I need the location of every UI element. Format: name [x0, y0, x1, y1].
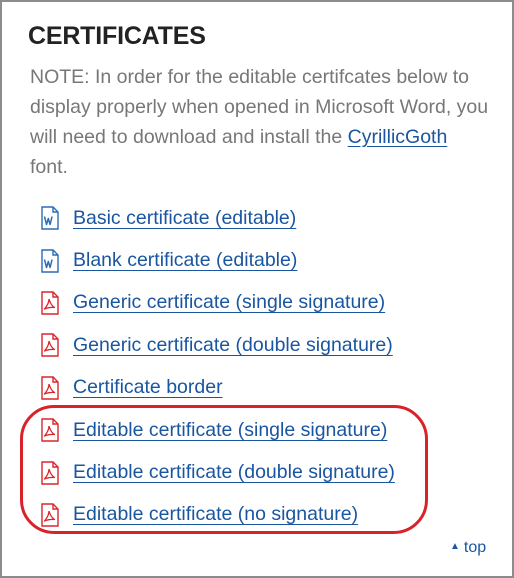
list-item: Editable certificate (no signature) [40, 494, 395, 536]
list-item: Generic certificate (single signature) [40, 282, 395, 324]
note-text-suffix: font. [30, 156, 68, 178]
back-to-top-link[interactable]: ▲ top [450, 539, 486, 557]
pdf-icon [41, 376, 59, 400]
list-item: Certificate border [40, 367, 395, 409]
link-label: Editable certificate (single signature) [73, 418, 388, 441]
list-item: Blank certificate (editable) [40, 239, 395, 281]
list-item: Editable certificate (single signature) [40, 409, 395, 451]
certificate-border-link[interactable]: Certificate border [40, 376, 223, 400]
generic-certificate-single-link[interactable]: Generic certificate (single signature) [40, 291, 385, 315]
word-document-icon [41, 206, 59, 230]
pdf-icon [41, 460, 59, 485]
link-label: Certificate border [73, 376, 223, 399]
generic-certificate-double-link[interactable]: Generic certificate (double signature) [40, 333, 393, 358]
list-item: Basic certificate (editable) [40, 197, 395, 239]
link-label: Editable certificate (double signature) [73, 461, 395, 484]
link-label: Basic certificate (editable) [73, 206, 297, 229]
list-item: Generic certificate (double signature) [40, 324, 395, 366]
word-document-icon [41, 248, 59, 273]
editable-certificate-single-link[interactable]: Editable certificate (single signature) [40, 418, 387, 442]
pdf-icon [41, 503, 59, 527]
section-title: CERTIFICATES [28, 22, 206, 50]
top-link-label: top [463, 539, 487, 556]
editable-certificate-no-signature-link[interactable]: Editable certificate (no signature) [40, 503, 358, 527]
certificates-panel: CERTIFICATES NOTE: In order for the edit… [0, 0, 514, 578]
pdf-icon [41, 333, 59, 358]
blank-certificate-link[interactable]: Blank certificate (editable) [40, 248, 298, 273]
link-label: Editable certificate (no signature) [73, 503, 359, 526]
certificate-link-list: Basic certificate (editable) Blank certi… [40, 197, 395, 536]
pdf-icon [41, 418, 59, 442]
list-item: Editable certificate (double signature) [40, 451, 395, 493]
link-label: Blank certificate (editable) [73, 249, 298, 272]
font-note: NOTE: In order for the editable certifca… [30, 62, 490, 182]
cyrillicgoth-font-link[interactable]: CyrillicGoth [348, 126, 448, 148]
basic-certificate-link[interactable]: Basic certificate (editable) [40, 206, 296, 230]
link-label: Generic certificate (single signature) [73, 291, 386, 314]
editable-certificate-double-link[interactable]: Editable certificate (double signature) [40, 460, 395, 485]
link-label: Generic certificate (double signature) [73, 333, 393, 356]
pdf-icon [41, 291, 59, 315]
caret-up-icon: ▲ [450, 541, 460, 552]
